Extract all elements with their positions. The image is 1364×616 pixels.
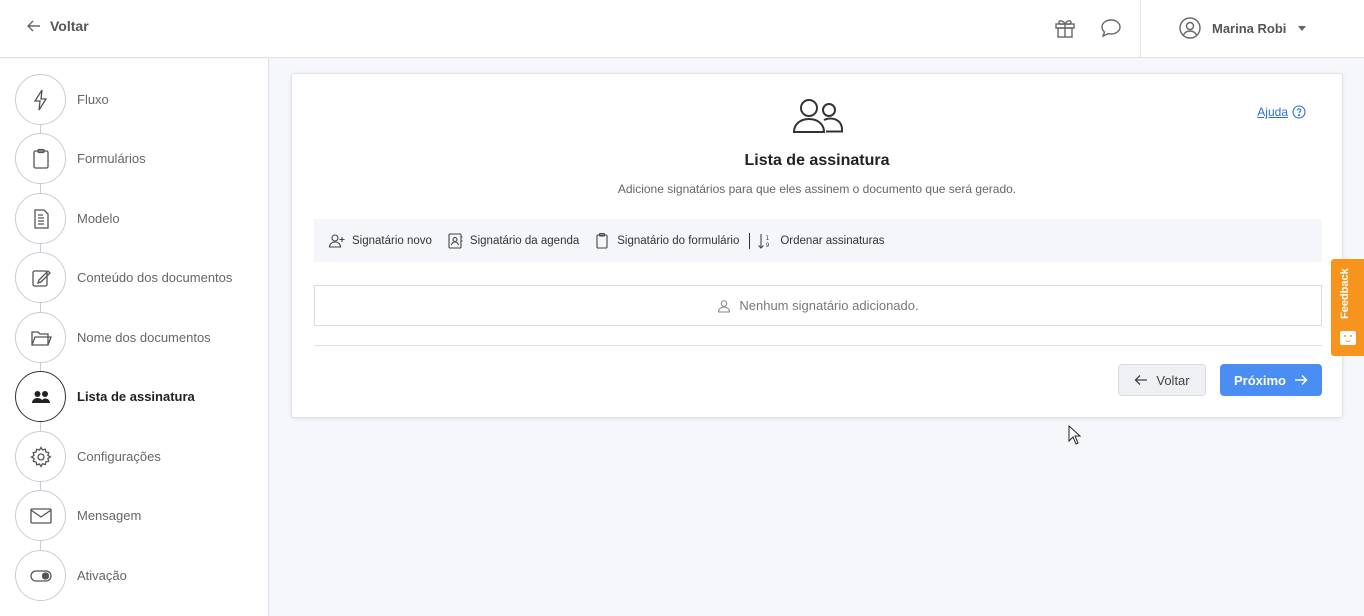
- help-link[interactable]: Ajuda: [1257, 105, 1306, 119]
- question-circle-icon: [1292, 105, 1306, 119]
- step-label: Formulários: [77, 151, 146, 166]
- step-label: Nome dos documentos: [77, 330, 211, 345]
- step-formularios[interactable]: Formulários: [15, 133, 146, 184]
- card-divider: [314, 345, 1322, 346]
- step-circle: [15, 252, 66, 303]
- step-circle: [15, 312, 66, 363]
- step-modelo[interactable]: Modelo: [15, 193, 120, 244]
- folder-icon: [30, 330, 52, 346]
- back-link-label: Voltar: [50, 18, 89, 34]
- steps-sidebar: Fluxo Formulários Modelo Conteúdo dos do…: [0, 59, 269, 616]
- step-circle: [15, 490, 66, 541]
- lightning-icon: [33, 89, 47, 110]
- clipboard-icon: [596, 232, 608, 249]
- step-ativacao[interactable]: Ativação: [15, 550, 127, 601]
- sort-order-icon: 19: [758, 233, 770, 249]
- contact-book-icon: [448, 232, 463, 249]
- chevron-down-icon: [1298, 25, 1307, 31]
- step-circle: [15, 371, 66, 422]
- step-conteudo-documentos[interactable]: Conteúdo dos documentos: [15, 252, 232, 303]
- arrow-left-icon: [27, 20, 40, 32]
- next-button[interactable]: Próximo: [1220, 364, 1322, 396]
- step-label: Ativação: [77, 568, 127, 583]
- step-circle: [15, 550, 66, 601]
- new-signer-label: Signatário novo: [352, 234, 432, 247]
- mouse-cursor-icon: [1068, 425, 1082, 445]
- signature-list-card: Ajuda Lista de assinatura Adicione signa…: [291, 73, 1343, 418]
- user-name: Marina Robi: [1212, 20, 1287, 36]
- svg-text:9: 9: [766, 242, 770, 249]
- step-label: Fluxo: [77, 92, 109, 107]
- gift-icon[interactable]: [1053, 16, 1077, 40]
- user-plus-icon: [328, 233, 345, 248]
- back-link[interactable]: Voltar: [26, 18, 89, 34]
- page-title: Lista de assinatura: [744, 152, 890, 169]
- users-outline-icon: [792, 99, 843, 133]
- form-signer-button[interactable]: Signatário do formulário: [593, 232, 739, 250]
- new-signer-button[interactable]: Signatário novo: [328, 232, 432, 250]
- gear-icon: [29, 445, 52, 468]
- empty-signers-box: Nenhum signatário adicionado.: [314, 285, 1322, 326]
- step-lista-assinatura[interactable]: Lista de assinatura: [15, 371, 195, 422]
- top-separator: [1140, 0, 1141, 58]
- toolbar-separator: [749, 232, 751, 249]
- next-button-label: Próximo: [1233, 372, 1286, 388]
- step-label: Lista de assinatura: [77, 389, 195, 404]
- empty-signers-message: Nenhum signatário adicionado.: [739, 298, 919, 313]
- back-button-label: Voltar: [1156, 372, 1190, 388]
- feedback-label: Feedback: [1339, 268, 1351, 319]
- step-configuracoes[interactable]: Configurações: [15, 431, 161, 482]
- signer-toolbar: Signatário novo Signatário da agenda Sig…: [314, 219, 1322, 262]
- agenda-signer-label: Signatário da agenda: [469, 234, 580, 247]
- step-label: Conteúdo dos documentos: [77, 270, 233, 285]
- edit-icon: [31, 269, 51, 287]
- agenda-signer-button[interactable]: Signatário da agenda: [446, 232, 579, 250]
- step-fluxo[interactable]: Fluxo: [15, 74, 109, 125]
- clipboard-icon: [32, 148, 49, 169]
- feedback-tab[interactable]: Feedback: [1331, 259, 1364, 356]
- order-signatures-button[interactable]: 19 Ordenar assinaturas: [756, 232, 885, 250]
- svg-text:1: 1: [766, 235, 770, 242]
- step-circle: [15, 193, 66, 244]
- users-icon: [31, 390, 50, 403]
- form-signer-label: Signatário do formulário: [617, 234, 740, 247]
- smiley-icon: [1340, 331, 1356, 345]
- step-circle: [15, 133, 66, 184]
- step-circle: [15, 431, 66, 482]
- toggle-icon: [29, 569, 52, 582]
- top-bar: Voltar Marina Robi: [0, 0, 1364, 58]
- document-icon: [33, 208, 49, 229]
- arrow-left-icon: [1134, 375, 1148, 385]
- step-label: Modelo: [77, 211, 120, 226]
- back-button[interactable]: Voltar: [1118, 364, 1206, 396]
- chat-icon[interactable]: [1099, 16, 1123, 40]
- step-label: Configurações: [77, 449, 161, 464]
- avatar-icon: [1179, 17, 1201, 39]
- help-link-label: Ajuda: [1257, 105, 1288, 119]
- user-menu[interactable]: Marina Robi: [1178, 16, 1307, 40]
- user-icon: [718, 299, 731, 312]
- envelope-icon: [29, 507, 52, 524]
- step-mensagem[interactable]: Mensagem: [15, 490, 141, 541]
- step-label: Mensagem: [77, 508, 142, 523]
- arrow-right-icon: [1295, 375, 1308, 385]
- step-nome-documentos[interactable]: Nome dos documentos: [15, 312, 211, 363]
- order-signatures-label: Ordenar assinaturas: [780, 234, 885, 247]
- step-circle: [15, 74, 66, 125]
- page-subtitle: Adicione signatários para que eles assin…: [617, 182, 1017, 196]
